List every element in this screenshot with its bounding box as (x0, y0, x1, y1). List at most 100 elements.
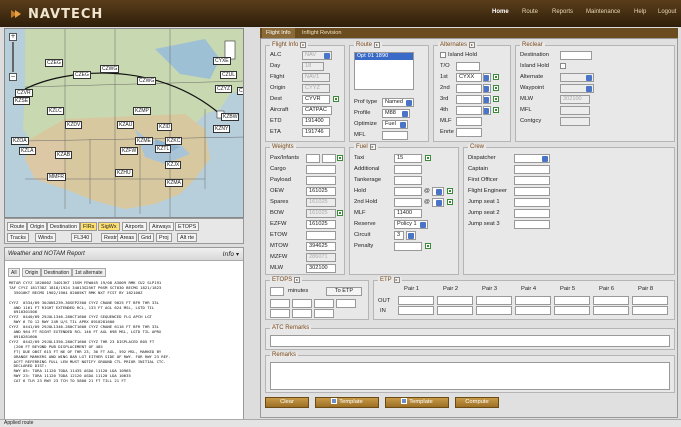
fuel-field[interactable]: 3 (394, 231, 404, 240)
weather-tab-origin[interactable]: Origin (22, 268, 42, 277)
etops-point-6[interactable] (292, 309, 312, 318)
weight-field[interactable]: 394625 (306, 242, 336, 251)
nav-route[interactable]: Route (522, 9, 538, 15)
map-origin-button[interactable]: Origin (27, 222, 48, 231)
crew-field[interactable] (514, 209, 550, 218)
pax-lookup-icon[interactable] (337, 155, 343, 161)
to-etp-button[interactable]: To ETP (326, 287, 362, 296)
weight-field[interactable]: 161025 (306, 220, 336, 229)
map-tracks-dropdown[interactable]: Tracks (7, 233, 29, 242)
weight-field[interactable] (306, 231, 336, 240)
template-button-1[interactable]: Template (315, 397, 379, 408)
map-proj-dropdown[interactable]: Proj (156, 233, 172, 242)
expand-icon[interactable]: ▸ (469, 42, 476, 48)
clear-button[interactable]: Clear (265, 397, 309, 408)
hold-level-select[interactable] (432, 198, 444, 207)
weight-field[interactable]: 302100 (306, 264, 336, 273)
alt-4-lookup-icon[interactable] (493, 107, 499, 113)
nav-help[interactable]: Help (634, 9, 646, 15)
weight-field[interactable] (306, 165, 336, 174)
atc-remarks-field[interactable] (270, 335, 670, 347)
map-areas-button[interactable]: Areas (117, 233, 138, 242)
compute-button[interactable]: Compute (455, 397, 499, 408)
reclear-mlw-field[interactable]: 302100 (560, 95, 590, 104)
map-etops-button[interactable]: ETOPS (175, 222, 200, 231)
nav-maintenance[interactable]: Maintenance (586, 9, 620, 15)
aircraft-field[interactable]: CATPAC (302, 106, 332, 115)
alt-2-field[interactable] (456, 84, 482, 93)
remarks-field[interactable] (270, 362, 670, 390)
alc-select[interactable]: NAV (302, 51, 332, 60)
map-alt-rte-dropdown[interactable]: Alt rte (177, 233, 198, 242)
profile-select[interactable]: M88 (382, 109, 410, 118)
etops-point-1[interactable] (270, 299, 290, 308)
alt-3-select[interactable] (483, 95, 491, 104)
weight-field[interactable] (306, 154, 320, 163)
fuel-field[interactable] (394, 165, 422, 174)
crew-field[interactable] (514, 187, 550, 196)
zoom-slider[interactable] (12, 42, 14, 72)
nav-logout[interactable]: Logout (658, 9, 676, 15)
etp-cell[interactable] (515, 296, 551, 305)
map-route-button[interactable]: Route (7, 222, 28, 231)
etp-cell[interactable] (593, 306, 629, 315)
route-map[interactable]: + − CZEG CZWG CYXE CZEG CZWG CZVR CZUL CZYZ CZQX… (4, 28, 244, 218)
bow-lookup-icon[interactable] (337, 210, 343, 216)
etops-point-3[interactable] (314, 299, 334, 308)
reclear-island-hold-checkbox[interactable] (560, 63, 566, 69)
reclear-waypoint-select[interactable] (560, 84, 594, 93)
alt-1-field[interactable]: CYXX (456, 73, 482, 82)
alt-4-select[interactable] (483, 106, 491, 115)
origin-field[interactable]: CYYZ (302, 84, 330, 93)
template-button-2[interactable]: Template (385, 397, 449, 408)
dest-field[interactable]: CYVR (302, 95, 330, 104)
zoom-control[interactable]: + − (9, 33, 17, 83)
crew-field[interactable] (514, 154, 550, 163)
crew-field[interactable] (514, 198, 550, 207)
etp-cell[interactable] (437, 306, 473, 315)
etp-cell[interactable] (476, 306, 512, 315)
fuel-field[interactable] (394, 187, 422, 196)
fuel-field[interactable]: 15 (394, 154, 422, 163)
etops-point-5[interactable] (270, 309, 290, 318)
alt-3-field[interactable] (456, 95, 482, 104)
fuel-field[interactable]: 11400 (394, 209, 422, 218)
alt-2-lookup-icon[interactable] (493, 85, 499, 91)
etops-point-4[interactable] (336, 299, 356, 308)
weather-tab-all[interactable]: All (8, 268, 20, 277)
reclear-alternate-select[interactable] (560, 73, 594, 82)
weight-field[interactable] (306, 176, 336, 185)
etp-cell[interactable] (476, 296, 512, 305)
etd-field[interactable]: 191400 (302, 117, 330, 126)
hold-level-select[interactable] (432, 187, 444, 196)
island-hold-checkbox[interactable] (440, 52, 446, 58)
weight-field[interactable]: 161025 (306, 209, 336, 218)
map-grid-button[interactable]: Grid (138, 233, 155, 242)
flight-field[interactable]: NAV1 (302, 73, 330, 82)
zoom-out-icon[interactable]: − (9, 73, 17, 81)
etp-cell[interactable] (632, 296, 668, 305)
alt-1-select[interactable] (483, 73, 491, 82)
alt-3-lookup-icon[interactable] (493, 96, 499, 102)
reclear-mfl-field[interactable] (560, 106, 590, 115)
day-field[interactable]: 18 (302, 62, 324, 71)
weather-tab-alternate[interactable]: 1st alternate (72, 268, 106, 277)
weight-field[interactable]: 286071 (306, 253, 336, 262)
route-option[interactable]: Opt 01 1890 (355, 53, 413, 60)
map-winds-toggle[interactable]: Winds (35, 233, 56, 242)
map-destination-button[interactable]: Destination (47, 222, 80, 231)
expand-icon[interactable]: ▸ (374, 42, 381, 48)
etp-cell[interactable] (515, 306, 551, 315)
expand-icon[interactable]: ▸ (294, 277, 301, 283)
etp-cell[interactable] (554, 296, 590, 305)
reclear-destination-field[interactable] (560, 51, 592, 60)
etp-cell[interactable] (632, 306, 668, 315)
weather-info-menu[interactable]: Info ▾ (223, 251, 239, 258)
dest-lookup-icon[interactable] (333, 96, 339, 102)
fuel-field[interactable] (394, 176, 422, 185)
nav-reports[interactable]: Reports (552, 9, 573, 15)
zoom-in-icon[interactable]: + (9, 33, 17, 41)
fuel-field[interactable] (394, 198, 422, 207)
weight-field[interactable]: 161025 (306, 198, 336, 207)
map-sigwx-button[interactable]: SigWx (98, 222, 120, 231)
